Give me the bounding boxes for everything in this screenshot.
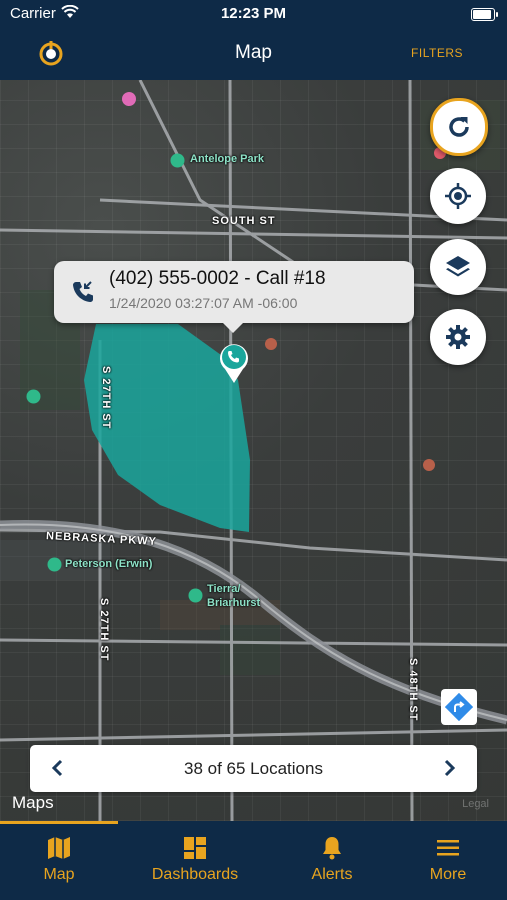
gear-icon [446,325,470,349]
status-bar: Carrier 12:23 PM [0,0,507,28]
refresh-icon [449,117,469,137]
tab-dashboards-label: Dashboards [151,866,239,883]
clock: 12:23 PM [220,5,287,22]
map-label-peterson: Peterson (Erwin) [65,558,153,570]
tab-dashboards[interactable]: Dashboards [140,835,250,884]
tab-more[interactable]: More [393,835,503,884]
incoming-call-icon [73,281,93,302]
tab-bar: Map Dashboards Alerts More [0,821,507,900]
map-label-s27th-top: S 27TH ST [100,366,112,430]
location-counter: 38 of 65 Locations [184,759,323,778]
nav-bar: Map FILTERS [0,28,507,80]
map-label-antelope-park: Antelope Park [190,153,264,165]
layers-icon [446,256,470,277]
next-location-button[interactable] [439,758,459,778]
maps-attribution: Maps [12,793,54,812]
legal-link[interactable]: Legal [462,798,489,810]
settings-button[interactable] [430,309,486,365]
map-label-s48th: S 48TH ST [407,658,419,722]
poi-marker[interactable] [121,91,137,107]
map-label-s27th-bottom: S 27TH ST [98,598,110,662]
bell-icon [323,837,341,860]
tab-map-label: Map [43,866,75,883]
map-label-south-st: SOUTH ST [212,215,276,227]
tab-map[interactable]: Map [4,835,114,884]
map-label-tierra: Tierra/ [207,583,241,595]
directions-button[interactable] [441,689,477,725]
directions-icon [445,693,473,721]
park-icon[interactable] [47,557,62,572]
tab-more-label: More [429,866,467,883]
map-icon [48,837,70,859]
map-label-briarhurst: Briarhurst [207,597,261,609]
park-icon[interactable] [188,588,203,603]
map-view[interactable]: Antelope Park SOUTH ST S 27TH ST NEBRASK… [0,80,507,821]
callout-timestamp: 1/24/2020 03:27:07 AM -06:00 [109,295,298,311]
call-callout[interactable]: (402) 555-0002 - Call #18 1/24/2020 03:2… [54,261,414,333]
layers-button[interactable] [430,239,486,295]
location-pager: 38 of 65 Locations [30,745,477,792]
dashboards-icon [184,837,206,859]
crosshair-icon [445,183,471,209]
park-icon[interactable] [170,153,185,168]
battery-icon [471,8,498,21]
park-icon[interactable] [26,389,41,404]
school-icon[interactable] [264,337,278,351]
call-location-pin-icon[interactable] [217,340,251,384]
active-tab-indicator [0,821,118,824]
my-location-button[interactable] [430,168,486,224]
callout-title: (402) 555-0002 - Call #18 [109,268,326,289]
tab-alerts-label: Alerts [311,866,353,883]
refresh-button[interactable] [430,98,488,156]
filters-button[interactable]: FILTERS [411,46,463,60]
menu-icon [437,840,459,856]
tab-alerts[interactable]: Alerts [277,835,387,884]
school-icon[interactable] [422,458,436,472]
